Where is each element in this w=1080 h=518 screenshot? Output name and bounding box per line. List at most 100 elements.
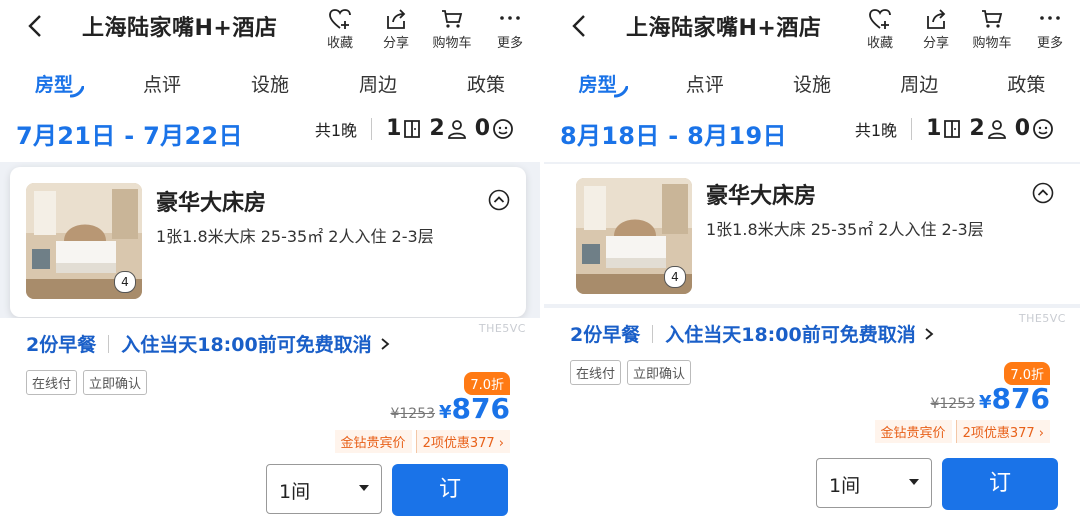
book-button[interactable]: 订	[942, 458, 1058, 510]
rate-tags: 在线付 立即确认	[570, 360, 697, 385]
heart-add-icon	[329, 9, 351, 29]
favorite-button[interactable]: 收藏	[852, 6, 908, 51]
share-button[interactable]: 分享	[368, 6, 424, 51]
rate-policy-link[interactable]: 2份早餐 入住当天18:00前可免费取消	[26, 330, 392, 357]
tab-reviews[interactable]: 点评	[651, 70, 758, 102]
active-tab-swoosh-icon	[70, 86, 84, 98]
hotel-title: 上海陆家嘴H+酒店	[82, 16, 278, 41]
watermark: THE5VC	[1018, 312, 1066, 325]
child-face-icon	[493, 118, 513, 139]
tab-nearby-label: 周边	[358, 74, 397, 96]
deals-label: 2项优惠377 ›	[955, 420, 1050, 443]
more-button[interactable]: 更多	[480, 6, 540, 51]
tab-policy[interactable]: 政策	[973, 70, 1080, 102]
share-label: 分享	[382, 36, 409, 51]
room-name: 豪华大床房	[706, 184, 817, 209]
cart-button[interactable]: 购物车	[424, 6, 480, 51]
watermark: THE5VC	[478, 322, 526, 335]
nights-text: 共1晚	[854, 120, 898, 140]
room-card[interactable]: 4 豪华大床房 1张1.8米大床 25-35㎡ 2人入住 2-3层	[544, 164, 1080, 304]
door-icon	[944, 119, 961, 138]
tab-facilities[interactable]: 设施	[758, 70, 865, 102]
top-section: 上海陆家嘴H+酒店 收藏 分享 购物车 更多	[544, 0, 1080, 162]
more-dots-icon	[1040, 16, 1060, 20]
promo-link[interactable]: 金钻贵宾价 2项优惠377 ›	[334, 430, 510, 453]
room-quantity-select[interactable]: 1间	[816, 458, 932, 508]
cart-icon	[442, 10, 463, 28]
book-button[interactable]: 订	[392, 464, 508, 516]
deals-label: 2项优惠377 ›	[415, 430, 510, 453]
tag-online-pay: 在线付	[570, 360, 622, 385]
tab-bar: 房型 点评 设施 周边 政策	[0, 70, 540, 102]
chevron-right-icon	[381, 337, 390, 350]
more-button[interactable]: 更多	[1020, 6, 1080, 51]
back-arrow-icon[interactable]	[22, 10, 52, 42]
collapse-chevron-icon[interactable]	[1032, 182, 1054, 204]
booking-panel-right: 上海陆家嘴H+酒店 收藏 分享 购物车 更多 房型 点评 设施 周边 政策 8月…	[540, 0, 1080, 518]
promo-link[interactable]: 金钻贵宾价 2项优惠377 ›	[874, 420, 1050, 443]
tab-reviews-label: 点评	[142, 74, 181, 96]
tab-reviews[interactable]: 点评	[108, 70, 216, 102]
vip-price-label: 金钻贵宾价	[334, 430, 412, 453]
cart-label: 购物车	[972, 36, 1012, 51]
caret-down-icon	[359, 485, 369, 491]
date-range[interactable]: 7月21日 - 7月22日	[16, 116, 243, 151]
rate-policy-link[interactable]: 2份早餐 入住当天18:00前可免费取消	[570, 320, 936, 347]
heart-add-icon	[869, 9, 891, 29]
tab-nearby[interactable]: 周边	[324, 70, 432, 102]
tab-facilities-label: 设施	[793, 74, 832, 96]
breakfast-text: 2份早餐	[570, 324, 641, 346]
cart-icon	[982, 10, 1003, 28]
favorite-button[interactable]: 收藏	[312, 6, 368, 51]
more-dots-icon	[500, 16, 520, 20]
date-range[interactable]: 8月18日 - 8月19日	[560, 116, 787, 151]
nights-text: 共1晚	[314, 120, 358, 140]
tab-room-type-label: 房型	[34, 74, 73, 96]
favorite-label: 收藏	[866, 36, 893, 51]
room-quantity-select[interactable]: 1间	[266, 464, 382, 514]
share-button[interactable]: 分享	[908, 6, 964, 51]
stay-summary[interactable]: 共1晚 1 2 0	[855, 116, 1062, 141]
currency-symbol: ¥	[979, 392, 992, 413]
active-tab-swoosh-icon	[614, 86, 628, 98]
child-face-icon	[1033, 118, 1053, 139]
adults-count: 2	[969, 116, 985, 141]
tab-policy[interactable]: 政策	[432, 70, 540, 102]
children-count: 0	[1014, 116, 1030, 141]
tab-bar: 房型 点评 设施 周边 政策	[544, 70, 1080, 102]
original-price: ¥1253	[390, 406, 436, 422]
room-photo[interactable]: 4	[26, 183, 142, 299]
tab-room-type[interactable]: 房型	[0, 70, 108, 102]
tab-nearby[interactable]: 周边	[866, 70, 973, 102]
room-spec: 1张1.8米大床 25-35㎡ 2人入住 2-3层	[706, 220, 984, 239]
header-actions: 收藏 分享 购物车 更多	[312, 6, 540, 51]
back-arrow-icon[interactable]	[566, 10, 596, 42]
tab-policy-label: 政策	[466, 74, 505, 96]
tab-room-type[interactable]: 房型	[544, 70, 651, 102]
cart-button[interactable]: 购物车	[964, 6, 1020, 51]
room-spec: 1张1.8米大床 25-35㎡ 2人入住 2-3层	[156, 227, 434, 246]
stay-summary[interactable]: 共1晚 1 2 0	[315, 116, 522, 141]
tab-policy-label: 政策	[1007, 74, 1046, 96]
room-card[interactable]: 4 豪华大床房 1张1.8米大床 25-35㎡ 2人入住 2-3层	[10, 167, 526, 317]
adult-icon	[447, 119, 466, 139]
tag-instant-confirm: 立即确认	[627, 360, 692, 385]
quantity-value: 1间	[829, 475, 861, 497]
share-icon	[387, 9, 406, 29]
hotel-title: 上海陆家嘴H+酒店	[626, 16, 822, 41]
tag-instant-confirm: 立即确认	[83, 370, 148, 395]
collapse-chevron-icon[interactable]	[488, 189, 510, 211]
cart-label: 购物车	[432, 36, 472, 51]
tab-facilities[interactable]: 设施	[216, 70, 324, 102]
vip-price-label: 金钻贵宾价	[874, 420, 952, 443]
room-photo[interactable]: 4	[576, 178, 692, 294]
door-icon	[404, 119, 421, 138]
children-count: 0	[474, 116, 490, 141]
cancel-policy-text: 入住当天18:00前可免费取消	[665, 324, 916, 346]
room-name: 豪华大床房	[156, 191, 267, 216]
share-label: 分享	[922, 36, 949, 51]
price-block: ¥1253 ¥ 876	[390, 392, 510, 425]
original-price: ¥1253	[930, 396, 976, 412]
chevron-right-icon	[925, 327, 934, 340]
photo-count-badge: 4	[664, 266, 686, 288]
